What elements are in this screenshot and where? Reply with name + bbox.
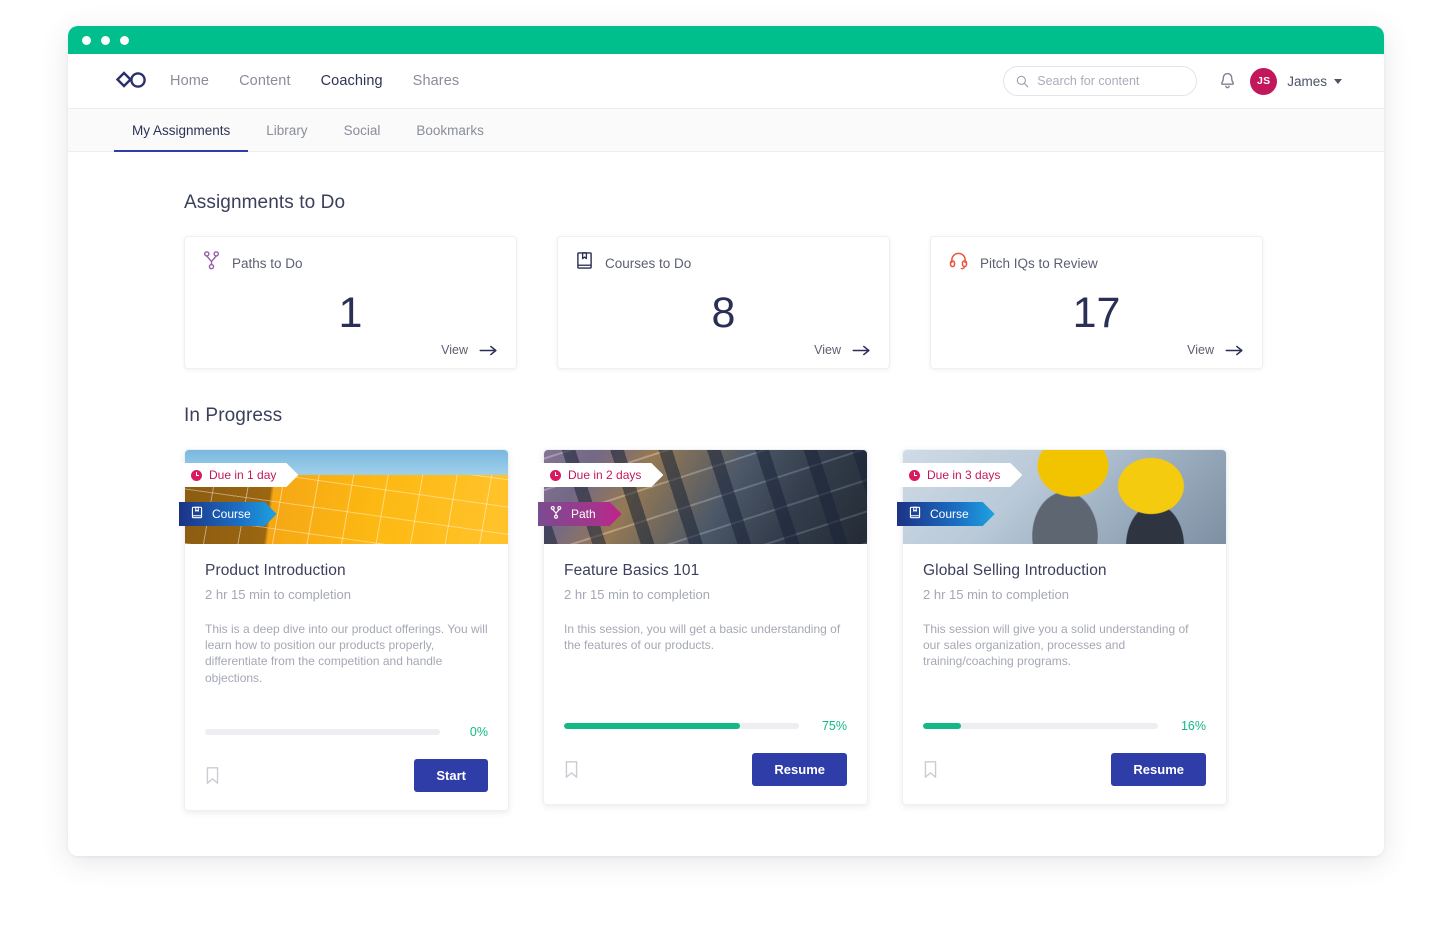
bell-icon[interactable]: [1219, 72, 1236, 90]
assignments-heading: Assignments to Do: [184, 192, 1338, 214]
search-box[interactable]: [1003, 66, 1197, 96]
view-label: View: [1187, 343, 1214, 357]
course-card-title: Product Introduction: [205, 562, 488, 580]
course-card-duration: 2 hr 15 min to completion: [205, 587, 488, 602]
course-progress: 0%: [185, 725, 508, 739]
progress-label: 75%: [813, 719, 847, 733]
resume-button[interactable]: Resume: [752, 753, 847, 786]
window-dot-minimize[interactable]: [101, 36, 110, 45]
user-name-label: James: [1287, 74, 1327, 89]
app-window: Home Content Coaching Shares JS: [68, 26, 1384, 856]
in-progress-card-row: Due in 1 day Course Product Introduction: [184, 449, 1338, 811]
tab-library[interactable]: Library: [248, 109, 325, 151]
top-navigation: Home Content Coaching Shares JS: [68, 54, 1384, 108]
course-card-footer: Start: [185, 739, 508, 810]
due-label: Due in 1 day: [209, 468, 276, 482]
view-label: View: [441, 343, 468, 357]
bookmark-icon[interactable]: [923, 760, 938, 779]
bookmark-icon[interactable]: [564, 760, 579, 779]
course-card-description: In this session, you will get a basic un…: [564, 621, 847, 653]
course-card-description: This session will give you a solid under…: [923, 621, 1206, 670]
in-progress-heading: In Progress: [184, 405, 1338, 427]
course-card-description: This is a deep dive into our product off…: [205, 621, 488, 686]
stat-card-label: Pitch IQs to Review: [980, 256, 1098, 271]
chevron-down-icon: [1334, 79, 1342, 84]
search-input[interactable]: [1037, 74, 1184, 88]
course-card-title: Feature Basics 101: [564, 562, 847, 580]
course-card-body: Global Selling Introduction 2 hr 15 min …: [903, 544, 1226, 670]
course-card-title: Global Selling Introduction: [923, 562, 1206, 580]
progress-label: 16%: [1172, 719, 1206, 733]
page-content: Assignments to Do Paths to Do 1: [68, 152, 1384, 856]
course-card-product-introduction[interactable]: Due in 1 day Course Product Introduction: [184, 449, 509, 811]
clock-icon: [550, 470, 561, 481]
type-label: Course: [212, 507, 251, 521]
course-card-footer: Resume: [903, 733, 1226, 804]
type-badge: Course: [897, 502, 995, 526]
start-button[interactable]: Start: [414, 759, 488, 792]
due-badge: Due in 1 day: [179, 463, 298, 487]
course-progress: 75%: [544, 719, 867, 733]
resume-button[interactable]: Resume: [1111, 753, 1206, 786]
arrow-right-icon: [479, 345, 498, 356]
tab-social[interactable]: Social: [326, 109, 399, 151]
arrow-right-icon: [852, 345, 871, 356]
arrow-right-icon: [1225, 345, 1244, 356]
course-card-body: Product Introduction 2 hr 15 min to comp…: [185, 544, 508, 686]
due-badge: Due in 3 days: [897, 463, 1022, 487]
type-badge: Course: [179, 502, 277, 526]
due-label: Due in 2 days: [568, 468, 641, 482]
course-card-feature-basics-101[interactable]: Due in 2 days Path Feature Basics 10: [543, 449, 868, 805]
progress-fill: [923, 723, 961, 729]
assignments-stat-row: Paths to Do 1 View: [184, 236, 1338, 369]
stat-card-courses[interactable]: Courses to Do 8 View: [557, 236, 890, 369]
type-badge: Path: [538, 502, 622, 526]
progress-track: [205, 729, 440, 735]
progress-label: 0%: [454, 725, 488, 739]
course-card-global-selling-introduction[interactable]: Due in 3 days Course Global Selling Intr…: [902, 449, 1227, 805]
course-card-footer: Resume: [544, 733, 867, 804]
progress-fill: [564, 723, 740, 729]
course-card-duration: 2 hr 15 min to completion: [564, 587, 847, 602]
clock-icon: [909, 470, 920, 481]
search-icon: [1016, 75, 1029, 88]
stat-card-paths[interactable]: Paths to Do 1 View: [184, 236, 517, 369]
tab-bookmarks[interactable]: Bookmarks: [398, 109, 502, 151]
path-branch-icon: [550, 506, 562, 522]
stat-card-label: Paths to Do: [232, 256, 303, 271]
course-progress: 16%: [903, 719, 1226, 733]
bookmark-icon[interactable]: [205, 766, 220, 785]
stat-card-pitch-iqs[interactable]: Pitch IQs to Review 17 View: [930, 236, 1263, 369]
clock-icon: [191, 470, 202, 481]
type-label: Path: [571, 507, 596, 521]
nav-link-shares[interactable]: Shares: [413, 73, 460, 89]
nav-link-content[interactable]: Content: [239, 73, 291, 89]
book-icon: [909, 506, 921, 522]
sub-navigation-tabs: My Assignments Library Social Bookmarks: [68, 108, 1384, 152]
main-nav-links: Home Content Coaching Shares: [170, 73, 459, 89]
due-badge: Due in 2 days: [538, 463, 663, 487]
nav-right-cluster: JS James: [1003, 66, 1342, 96]
tab-my-assignments[interactable]: My Assignments: [114, 109, 248, 151]
due-label: Due in 3 days: [927, 468, 1000, 482]
stat-card-view-link[interactable]: View: [1187, 343, 1244, 357]
course-card-duration: 2 hr 15 min to completion: [923, 587, 1206, 602]
stat-card-view-link[interactable]: View: [441, 343, 498, 357]
nav-link-coaching[interactable]: Coaching: [321, 73, 383, 89]
window-dot-close[interactable]: [82, 36, 91, 45]
type-label: Course: [930, 507, 969, 521]
progress-track: [564, 723, 799, 729]
nav-link-home[interactable]: Home: [170, 73, 209, 89]
infinity-logo[interactable]: [114, 70, 148, 92]
stat-card-view-link[interactable]: View: [814, 343, 871, 357]
book-icon: [191, 506, 203, 522]
course-card-body: Feature Basics 101 2 hr 15 min to comple…: [544, 544, 867, 653]
view-label: View: [814, 343, 841, 357]
progress-track: [923, 723, 1158, 729]
user-menu[interactable]: James: [1287, 74, 1342, 89]
window-dot-maximize[interactable]: [120, 36, 129, 45]
window-titlebar: [68, 26, 1384, 54]
stat-card-label: Courses to Do: [605, 256, 691, 271]
avatar[interactable]: JS: [1250, 68, 1277, 95]
